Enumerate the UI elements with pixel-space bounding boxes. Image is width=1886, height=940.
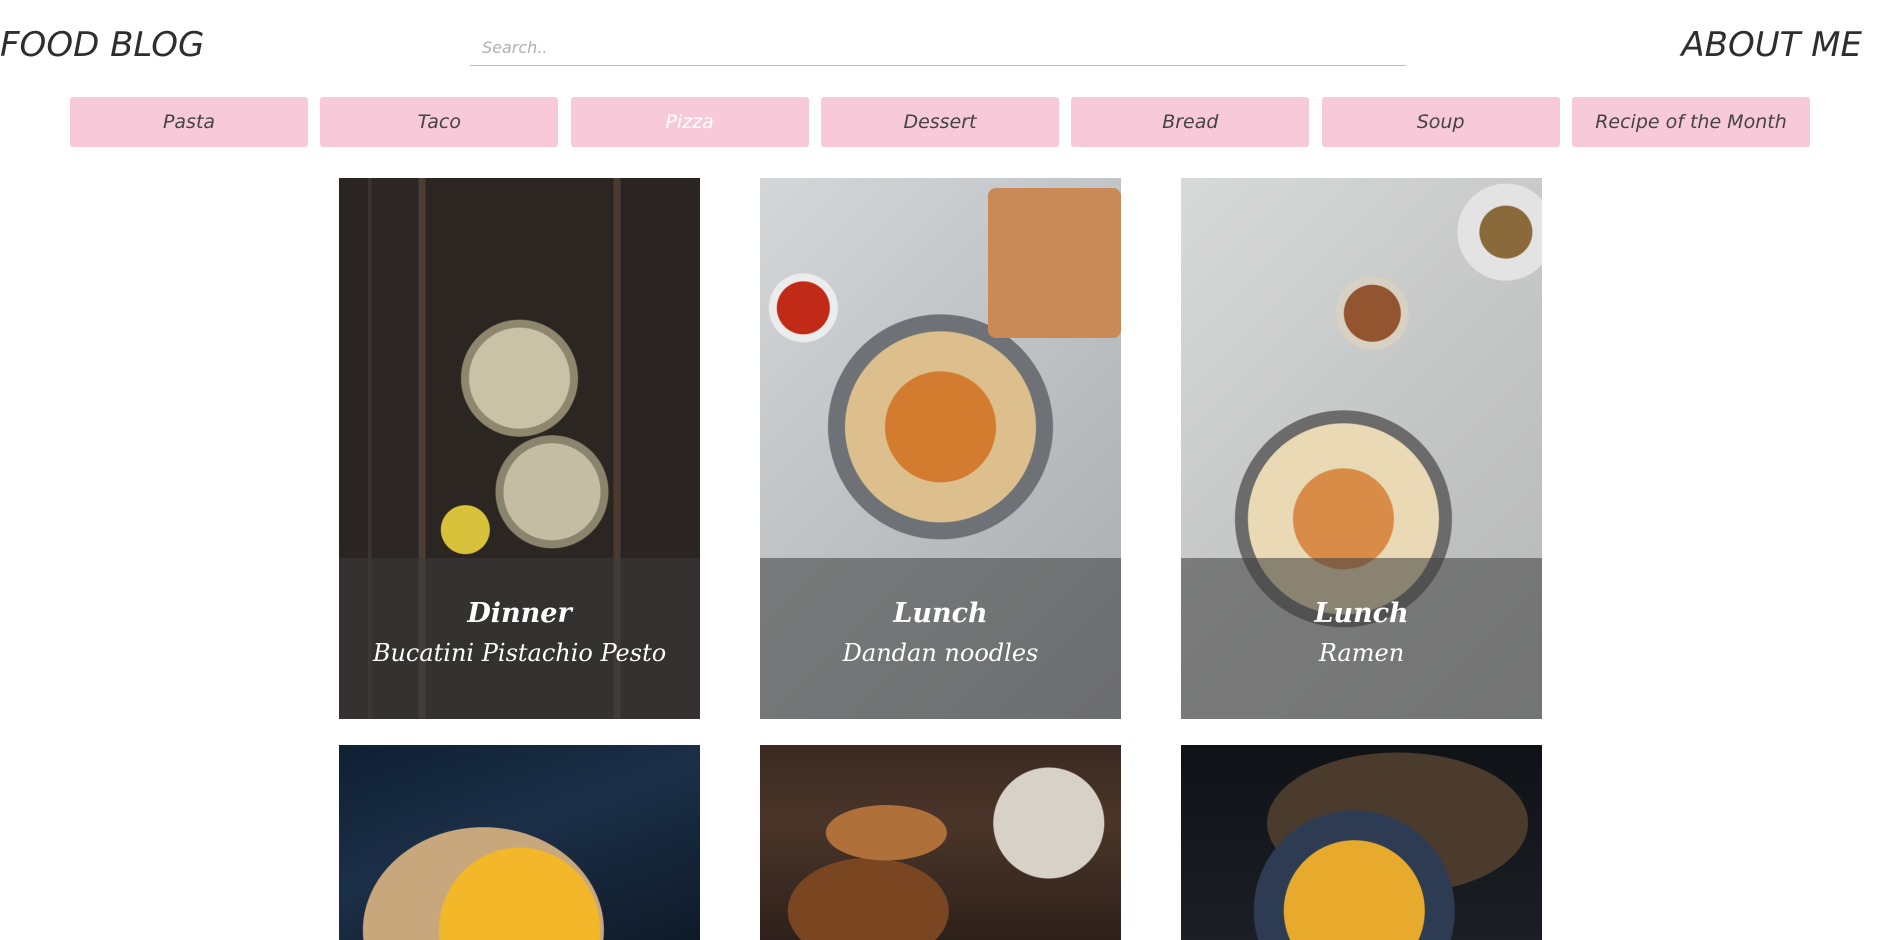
recipe-card-pesto[interactable]: Dinner Bucatini Pistachio Pesto xyxy=(339,178,700,719)
header: FOOD BLOG ABOUT ME xyxy=(0,0,1886,90)
card-category: Dinner xyxy=(467,598,572,629)
card-title: Dandan noodles xyxy=(842,639,1039,667)
card-category: Lunch xyxy=(1314,598,1409,629)
card-title: Bucatini Pistachio Pesto xyxy=(372,639,667,667)
cutting-board xyxy=(988,188,1121,338)
recipe-photo xyxy=(760,745,1121,940)
recipe-card-ramen[interactable]: Lunch Ramen xyxy=(1181,178,1542,719)
card-caption: Dinner Bucatini Pistachio Pesto xyxy=(339,558,700,719)
recipe-photo xyxy=(339,745,700,940)
nav-button-taco[interactable]: Taco xyxy=(320,97,559,147)
recipe-card-fries[interactable] xyxy=(339,745,700,940)
recipe-card-dandan[interactable]: Lunch Dandan noodles xyxy=(760,178,1121,719)
card-caption: Lunch Ramen xyxy=(1181,558,1542,719)
recipe-card-pasta-bowl[interactable] xyxy=(1181,745,1542,940)
nav-button-pasta[interactable]: Pasta xyxy=(70,97,308,147)
nav-button-recipe-of-the-month[interactable]: Recipe of the Month xyxy=(1571,97,1810,147)
site-logo[interactable]: FOOD BLOG xyxy=(0,25,204,65)
category-nav: Pasta Taco Pizza Dessert Bread Soup Reci… xyxy=(70,97,1810,147)
card-caption: Lunch Dandan noodles xyxy=(760,558,1121,719)
recipe-card-bread[interactable] xyxy=(760,745,1121,940)
nav-button-soup[interactable]: Soup xyxy=(1321,97,1560,147)
nav-button-bread[interactable]: Bread xyxy=(1071,97,1310,147)
nav-button-dessert[interactable]: Dessert xyxy=(820,97,1059,147)
about-me-link[interactable]: ABOUT ME xyxy=(1681,25,1862,65)
card-category: Lunch xyxy=(893,598,988,629)
card-title: Ramen xyxy=(1318,639,1405,667)
nav-button-pizza[interactable]: Pizza xyxy=(570,97,809,147)
recipe-photo xyxy=(1181,745,1542,940)
search-input[interactable] xyxy=(470,30,1406,66)
